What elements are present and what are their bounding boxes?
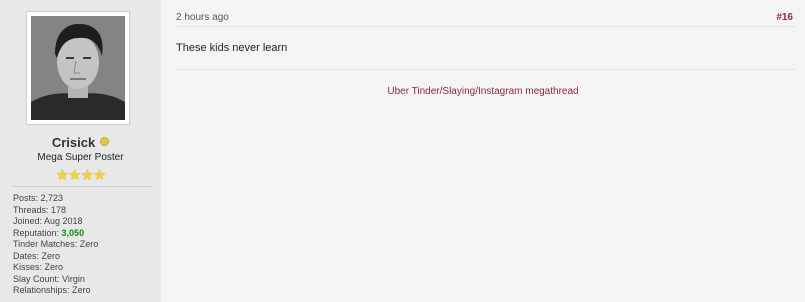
forum-post: Crisick Mega Super Poster ★★★★ Posts: 2,… <box>0 0 805 302</box>
stat-slay-count: Slay Count: Virgin <box>13 273 85 284</box>
stat-threads: Threads: 178 <box>13 204 67 215</box>
stat-posts: Posts: 2,723 <box>13 193 64 203</box>
post-number-link[interactable]: #16 <box>776 12 793 23</box>
post-timestamp: 2 hours ago <box>176 12 229 23</box>
stat-relationships: Relationships: Zero <box>13 285 91 295</box>
header-divider <box>176 26 795 27</box>
post-content-area: 2 hours ago #16 These kids never learn U… <box>161 0 805 302</box>
reputation-label: Reputation: <box>13 227 62 238</box>
stat-reputation: Reputation: 3,050 <box>13 228 98 240</box>
signature: Uber Tinder/Slaying/Instagram megathread <box>161 81 805 99</box>
username-row: Crisick <box>0 135 161 150</box>
username-link[interactable]: Crisick <box>52 135 95 150</box>
sidebar-divider <box>12 186 152 187</box>
reputation-value[interactable]: 3,050 <box>62 228 85 238</box>
online-status-icon <box>100 137 110 146</box>
user-stats: Posts: 2,723 Threads: 178 Joined: Aug 20… <box>13 193 98 297</box>
user-sidebar: Crisick Mega Super Poster ★★★★ Posts: 2,… <box>0 0 161 302</box>
signature-link[interactable]: Uber Tinder/Slaying/Instagram megathread <box>387 86 578 97</box>
stat-tinder-matches: Tinder Matches: Zero <box>13 239 99 249</box>
stat-joined: Joined: Aug 2018 <box>13 216 83 226</box>
signature-divider <box>176 69 795 70</box>
user-title: Mega Super Poster <box>37 152 124 163</box>
stat-dates: Dates: Zero <box>13 250 61 261</box>
avatar-frame[interactable] <box>26 11 130 125</box>
user-rank-stars-icon: ★★★★ <box>55 167 107 184</box>
post-message: These kids never learn <box>176 42 288 54</box>
stat-kisses: Kisses: Zero <box>13 262 64 272</box>
avatar[interactable] <box>31 16 125 120</box>
